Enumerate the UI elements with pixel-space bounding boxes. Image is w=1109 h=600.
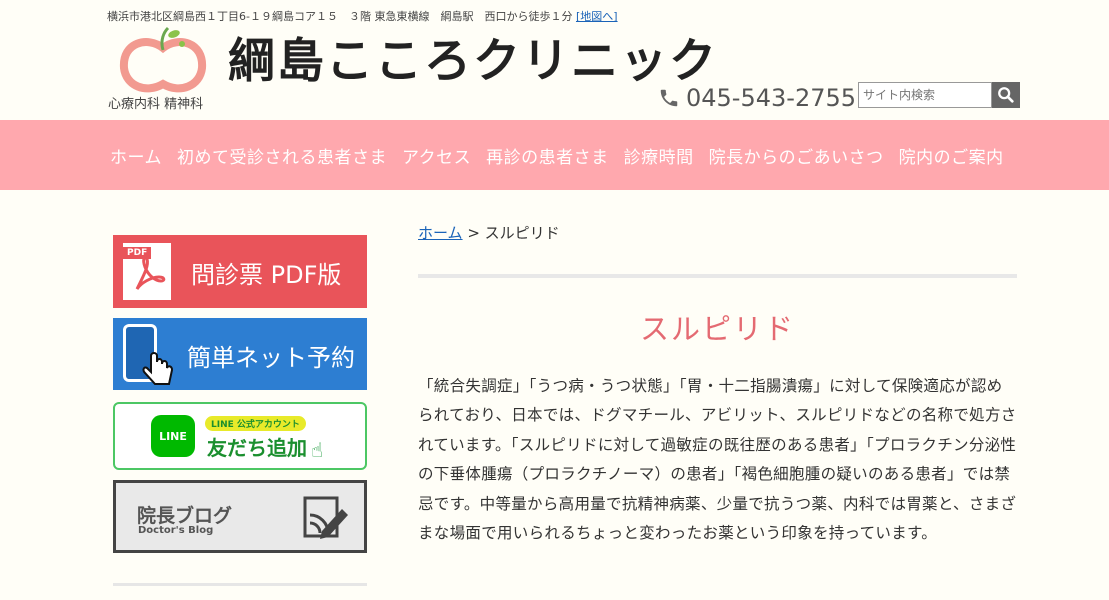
director-blog-sublabel: Doctor's Blog: [138, 525, 214, 536]
page-title: スルピリド: [639, 312, 795, 346]
map-link[interactable]: [地図へ]: [576, 10, 618, 23]
search-icon: [998, 87, 1014, 103]
phone-icon: [660, 89, 678, 107]
site-search: [858, 82, 1020, 108]
nav-list: ホーム 初めて受診される患者さま アクセス 再診の患者さま 診療時間 院長からの…: [110, 120, 1004, 190]
online-booking-label: 簡単ネット予約: [187, 344, 355, 372]
clinic-name[interactable]: 綱島こころクリニック: [228, 38, 718, 85]
nav-item-hours[interactable]: 診療時間: [624, 143, 694, 168]
online-booking-banner[interactable]: 簡単ネット予約: [113, 318, 367, 390]
main-nav: ホーム 初めて受診される患者さま アクセス 再診の患者さま 診療時間 院長からの…: [0, 120, 1109, 190]
questionnaire-pdf-label: 問診票 PDF版: [191, 261, 342, 289]
nav-item-access[interactable]: アクセス: [402, 143, 471, 168]
breadcrumb: ホーム > スルピリド: [418, 222, 560, 243]
breadcrumb-home-link[interactable]: ホーム: [418, 224, 463, 242]
address-text: 横浜市港北区綱島西１丁目6-１９綱島コア１５ ３階 東急東横線 綱島駅 西口から…: [107, 10, 573, 23]
search-input[interactable]: [858, 82, 992, 108]
phone-number-text: 045-543-2755: [686, 84, 857, 112]
nav-item-return-visit[interactable]: 再診の患者さま: [486, 143, 609, 168]
director-blog-banner[interactable]: 院長ブログ Doctor's Blog: [113, 480, 367, 553]
article-body: 「統合失調症」「うつ病・うつ状態」「胃・十二指腸潰瘍」に対して保険適応が認められ…: [418, 377, 1017, 543]
line-icon: LINE: [151, 415, 195, 457]
tap-hand-icon: [142, 352, 174, 385]
pointer-hand-icon: ☝: [311, 438, 324, 462]
search-button[interactable]: [992, 82, 1020, 108]
nav-item-facility[interactable]: 院内のご案内: [899, 143, 1004, 168]
edit-pencil-icon: [303, 496, 348, 539]
content-divider: [418, 274, 1017, 278]
header-address-bar: 横浜市港北区綱島西１丁目6-１９綱島コア１５ ３階 東急東横線 綱島駅 西口から…: [107, 8, 618, 24]
questionnaire-pdf-banner[interactable]: PDF 問診票 PDF版: [113, 235, 367, 308]
pdf-document-icon: PDF: [123, 243, 171, 300]
sidebar: PDF 問診票 PDF版 簡単ネット予約 LINE LINE 公式アカウント 友…: [113, 235, 367, 586]
line-add-friend-label: 友だち追加: [207, 436, 307, 460]
acrobat-icon: [135, 255, 166, 290]
line-icon-text: LINE: [159, 429, 187, 443]
sidebar-divider: [113, 583, 367, 586]
logo-subtitle: 心療内科 精神科: [108, 97, 204, 112]
nav-item-first-visit[interactable]: 初めて受診される患者さま: [177, 143, 387, 168]
director-blog-label: 院長ブログ: [137, 505, 233, 527]
line-add-friend-banner[interactable]: LINE LINE 公式アカウント 友だち追加 ☝: [113, 402, 367, 470]
breadcrumb-separator: >: [462, 224, 485, 242]
nav-item-greeting[interactable]: 院長からのごあいさつ: [709, 143, 884, 168]
phone-number[interactable]: 045-543-2755: [658, 84, 856, 112]
line-official-pill: LINE 公式アカウント: [205, 416, 306, 431]
nav-item-home[interactable]: ホーム: [110, 143, 162, 168]
breadcrumb-current: スルピリド: [484, 224, 560, 242]
